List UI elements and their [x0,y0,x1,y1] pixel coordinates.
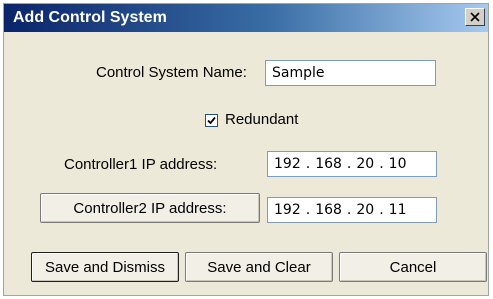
control-system-name-input[interactable]: Sample [265,60,436,86]
control-system-name-label: Control System Name: [96,64,247,81]
save-and-dismiss-button[interactable]: Save and Dismiss [31,252,179,282]
ip-octet[interactable]: 192 [274,156,301,172]
close-button[interactable] [465,8,485,26]
cancel-button[interactable]: Cancel [339,252,487,282]
add-control-system-dialog: Add Control System Control System Name: … [3,3,489,296]
redundant-label: Redundant [225,111,299,128]
ip-octet[interactable]: 20 [356,156,374,172]
window-title: Add Control System [13,9,167,26]
save-and-clear-button[interactable]: Save and Clear [185,252,333,282]
controller2-ip-input[interactable]: 192. 168. 20. 11 [267,197,437,223]
ip-octet[interactable]: 10 [389,156,407,172]
checkmark-icon [207,112,216,129]
ip-octet[interactable]: 168 [315,156,342,172]
redundant-checkbox[interactable] [205,114,218,127]
ip-octet[interactable]: 11 [389,202,407,218]
close-icon [470,12,480,22]
ip-octet[interactable]: 20 [356,202,374,218]
ip-octet[interactable]: 168 [315,202,342,218]
ip-octet[interactable]: 192 [274,202,301,218]
controller1-ip-label: Controller1 IP address: [64,156,218,173]
controller1-ip-input[interactable]: 192. 168. 20. 10 [267,151,437,177]
controller2-ip-button[interactable]: Controller2 IP address: [40,193,260,223]
title-bar[interactable]: Add Control System [4,4,488,32]
